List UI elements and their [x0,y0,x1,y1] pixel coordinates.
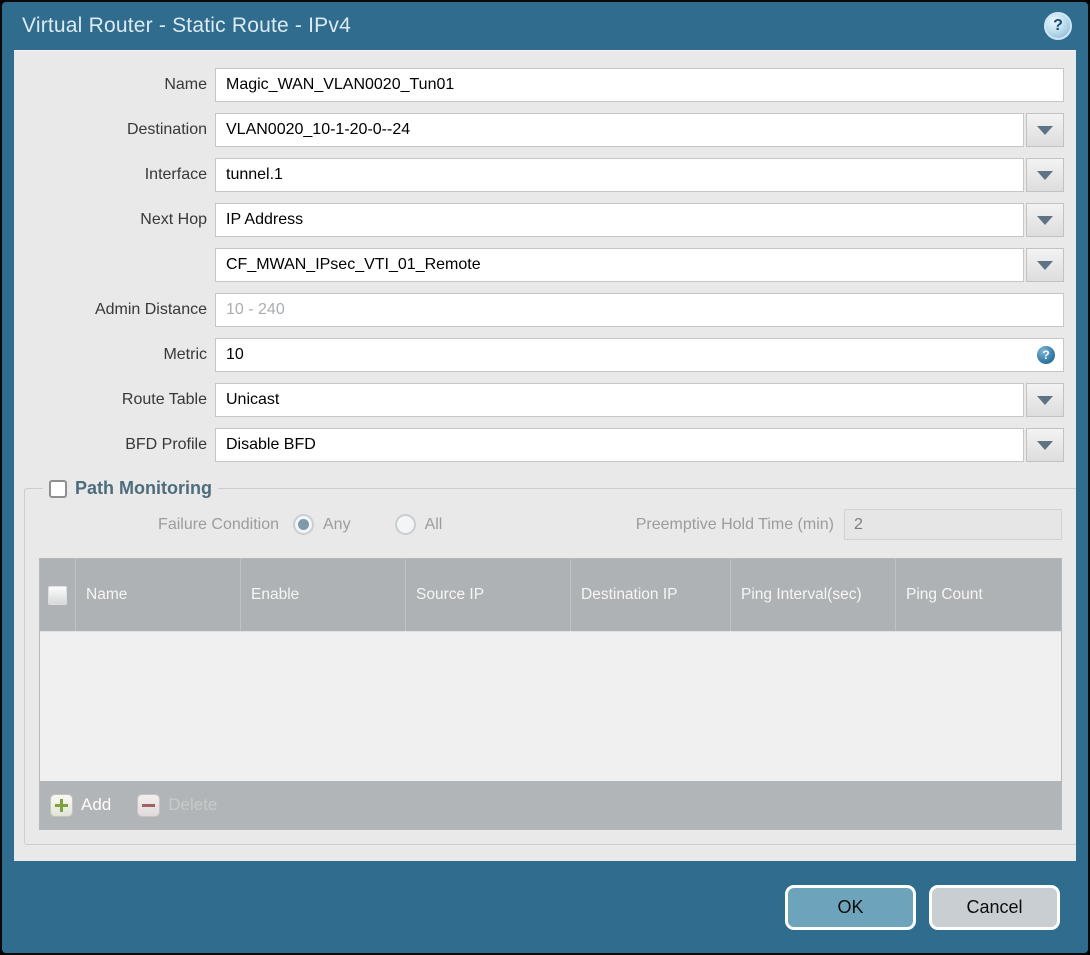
metric-input[interactable] [215,338,1064,372]
metric-help-icon[interactable]: ? [1037,346,1055,364]
route-table-input[interactable] [215,383,1024,417]
interface-input[interactable] [215,158,1024,192]
next-hop-address-row [14,248,1076,282]
next-hop-type-dropdown-button[interactable] [1026,203,1064,237]
bfd-profile-row: BFD Profile [14,428,1076,462]
failure-condition-any-label: Any [323,515,351,533]
admin-distance-row: Admin Distance [14,293,1076,327]
add-button[interactable]: Add [50,793,112,817]
chevron-down-icon [1037,125,1053,135]
column-header-name[interactable]: Name [76,559,241,631]
select-all-checkbox[interactable] [48,585,67,605]
preemptive-hold-time-label: Preemptive Hold Time (min) [635,515,834,533]
route-table-dropdown-button[interactable] [1026,383,1064,417]
delete-button[interactable]: Delete [137,793,218,817]
name-row: Name [14,68,1076,102]
bfd-profile-input[interactable] [215,428,1024,462]
column-header-enable[interactable]: Enable [241,559,406,631]
chevron-down-icon [1037,170,1053,180]
next-hop-address-dropdown-button[interactable] [1026,248,1064,282]
metric-label: Metric [163,346,207,363]
next-hop-address-input[interactable] [215,248,1024,282]
help-icon[interactable]: ? [1044,12,1072,40]
next-hop-label: Next Hop [140,211,207,228]
preemptive-hold-time-input[interactable] [844,509,1062,540]
dialog-titlebar: Virtual Router - Static Route - IPv4 ? [2,2,1088,50]
path-monitoring-checkbox[interactable] [49,479,67,498]
interface-row: Interface [14,158,1076,192]
metric-help-glyph: ? [1042,348,1050,362]
bfd-profile-label: BFD Profile [125,436,207,453]
name-input[interactable] [215,68,1064,102]
path-monitoring-label: Path Monitoring [75,478,212,498]
column-header-ping-interval[interactable]: Ping Interval(sec) [731,559,896,631]
delete-button-label: Delete [168,795,218,814]
table-header-checkbox-cell [40,559,76,631]
destination-row: Destination [14,113,1076,147]
table-body-empty [40,631,1061,781]
dialog-footer: OK Cancel [2,861,1088,953]
failure-condition-all-radio[interactable] [394,514,416,535]
route-table-row: Route Table [14,383,1076,417]
failure-condition-label: Failure Condition [158,515,279,533]
next-hop-type-input[interactable] [215,203,1024,237]
route-table-label: Route Table [121,391,207,408]
path-monitoring-table: Name Enable Source IP Destination IP Pin… [39,558,1062,830]
chevron-down-icon [1037,215,1053,225]
dialog-content: Name Destination Interface [14,50,1076,861]
destination-label: Destination [126,121,207,138]
interface-label: Interface [144,166,207,183]
dialog-window: Virtual Router - Static Route - IPv4 ? N… [0,0,1090,955]
chevron-down-icon [1037,260,1053,270]
interface-dropdown-button[interactable] [1026,158,1064,192]
admin-distance-input[interactable] [215,293,1064,327]
cancel-button[interactable]: Cancel [929,884,1060,930]
minus-icon [137,793,161,817]
chevron-down-icon [1037,440,1053,450]
column-header-ping-count[interactable]: Ping Count [896,559,1061,631]
table-header-row: Name Enable Source IP Destination IP Pin… [40,559,1061,631]
name-label: Name [164,76,207,93]
metric-row: Metric ? [14,338,1076,372]
destination-dropdown-button[interactable] [1026,113,1064,147]
path-monitoring-legend: Path Monitoring [43,478,218,499]
bfd-profile-dropdown-button[interactable] [1026,428,1064,462]
admin-distance-label: Admin Distance [94,301,207,318]
destination-input[interactable] [215,113,1024,147]
dialog-title: Virtual Router - Static Route - IPv4 [22,14,351,37]
column-header-source-ip[interactable]: Source IP [406,559,571,631]
add-button-label: Add [81,795,112,814]
help-glyph: ? [1053,17,1063,34]
plus-icon [50,793,73,817]
column-header-destination-ip[interactable]: Destination IP [571,559,731,631]
table-toolbar: Add Delete [40,781,1061,829]
chevron-down-icon [1037,395,1053,405]
failure-condition-all-label: All [424,515,443,533]
failure-condition-row: Failure Condition Any All Preemptive Hol… [39,509,1062,540]
path-monitoring-section: Path Monitoring Failure Condition Any Al… [24,478,1076,845]
ok-button[interactable]: OK [785,884,916,930]
next-hop-row: Next Hop [14,203,1076,237]
failure-condition-any-radio[interactable] [293,514,314,535]
